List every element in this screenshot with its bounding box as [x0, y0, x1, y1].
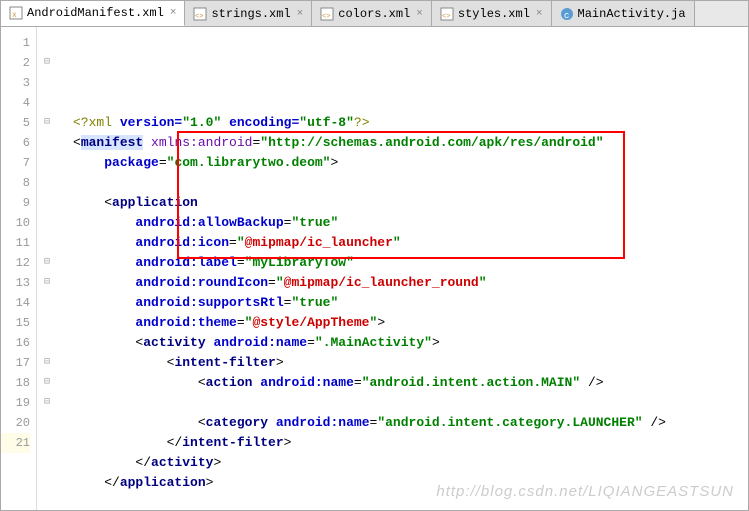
- tab-label: MainActivity.ja: [578, 7, 686, 21]
- close-icon[interactable]: ×: [170, 7, 177, 19]
- tab-colors[interactable]: <> colors.xml ×: [312, 1, 432, 26]
- tab-main-activity[interactable]: c MainActivity.ja: [552, 1, 695, 26]
- svg-text:<>: <>: [442, 13, 450, 21]
- xml-file-icon: <>: [320, 7, 334, 21]
- svg-text:x: x: [12, 11, 17, 20]
- tab-label: styles.xml: [458, 7, 530, 21]
- xml-file-icon: <>: [193, 7, 207, 21]
- code-area[interactable]: http://blog.csdn.net/LIQIANGEASTSUN <?xm…: [69, 27, 748, 510]
- tab-android-manifest[interactable]: x AndroidManifest.xml ×: [1, 1, 185, 26]
- svg-text:c: c: [564, 11, 569, 21]
- class-file-icon: c: [560, 7, 574, 21]
- tab-label: strings.xml: [211, 7, 290, 21]
- tab-bar: x AndroidManifest.xml × <> strings.xml ×…: [1, 1, 748, 27]
- tab-strings[interactable]: <> strings.xml ×: [185, 1, 312, 26]
- close-icon[interactable]: ×: [536, 8, 543, 20]
- editor: 123456789101112131415161718192021 ⊟⊟⊟⊟⊟⊟…: [1, 27, 748, 510]
- tab-styles[interactable]: <> styles.xml ×: [432, 1, 552, 26]
- tab-label: colors.xml: [338, 7, 410, 21]
- close-icon[interactable]: ×: [297, 8, 304, 20]
- tab-label: AndroidManifest.xml: [27, 6, 164, 20]
- xml-file-icon: <>: [440, 7, 454, 21]
- svg-text:<>: <>: [322, 13, 330, 21]
- svg-text:<>: <>: [195, 13, 203, 21]
- fold-column: ⊟⊟⊟⊟⊟⊟⊟: [37, 27, 57, 510]
- xml-file-icon: x: [9, 6, 23, 20]
- close-icon[interactable]: ×: [416, 8, 423, 20]
- line-number-gutter: 123456789101112131415161718192021: [1, 27, 37, 510]
